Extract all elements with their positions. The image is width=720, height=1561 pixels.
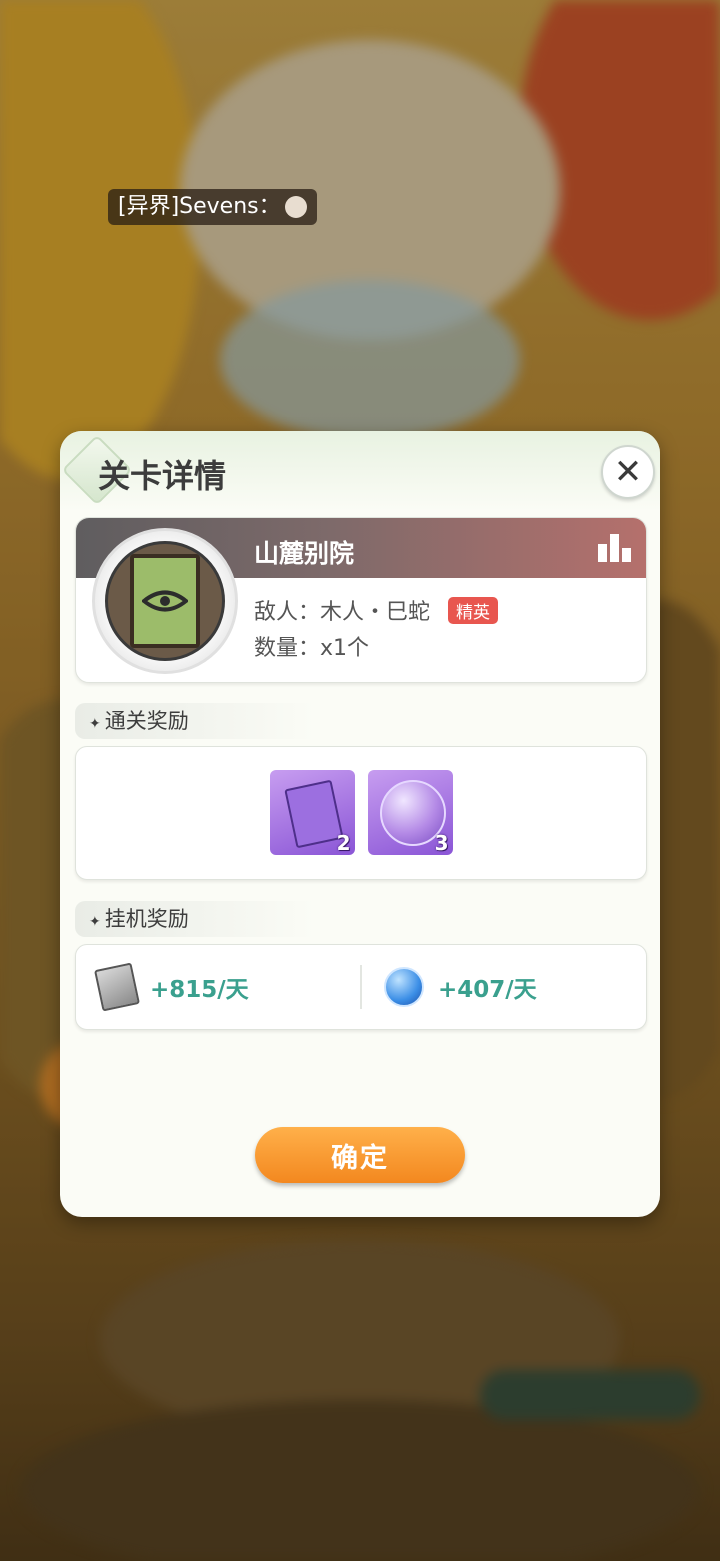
reward-quantity: 2 xyxy=(336,831,351,855)
chat-text: [异界]Sevens： xyxy=(118,194,281,219)
blue-orb-icon xyxy=(384,967,424,1007)
chat-bubble[interactable]: [异界]Sevens： xyxy=(108,189,317,225)
close-icon: ✕ xyxy=(613,452,643,492)
clear-rewards-box: 2 3 xyxy=(75,746,647,880)
reward-quantity: 3 xyxy=(434,831,449,855)
spirit-orb-icon[interactable]: 3 xyxy=(367,770,453,855)
idle-reward-value: +815/天 xyxy=(150,977,249,1003)
diamond-bullet-icon: ✦ xyxy=(89,914,101,930)
idle-reward-value: +407/天 xyxy=(438,977,537,1003)
diamond-bullet-icon: ✦ xyxy=(89,716,101,732)
emoji-icon xyxy=(284,196,307,218)
stage-details-dialog: 关卡详情 ✕ 山麓别院 敌人：木人・巳蛇 精英 数量：x1个 ✦ 通关奖励 2 … xyxy=(60,431,660,1217)
confirm-label: 确定 xyxy=(331,1142,389,1174)
eye-sigil-icon xyxy=(130,554,200,648)
silver-book-icon xyxy=(94,962,140,1012)
ranking-icon[interactable] xyxy=(598,534,632,562)
idle-reward-item: +407/天 xyxy=(384,945,537,1029)
divider xyxy=(360,965,362,1009)
elite-badge: 精英 xyxy=(448,596,499,624)
enemy-count: 数量：x1个 xyxy=(254,636,370,661)
enemy-portrait xyxy=(92,528,238,674)
close-button[interactable]: ✕ xyxy=(601,445,655,499)
confirm-button[interactable]: 确定 xyxy=(255,1127,465,1183)
clear-rewards-heading: ✦ 通关奖励 xyxy=(75,703,315,739)
stage-card: 山麓别院 敌人：木人・巳蛇 精英 数量：x1个 xyxy=(75,517,647,683)
purple-book-icon[interactable]: 2 xyxy=(269,770,355,855)
dialog-title: 关卡详情 xyxy=(98,457,227,495)
idle-rewards-heading: ✦ 挂机奖励 xyxy=(75,901,315,937)
enemy-label: 敌人：木人・巳蛇 xyxy=(254,600,431,625)
idle-reward-item: +815/天 xyxy=(94,945,249,1029)
stage-name: 山麓别院 xyxy=(254,539,355,568)
enemy-info: 敌人：木人・巳蛇 精英 xyxy=(254,594,499,626)
idle-rewards-box: +815/天 +407/天 xyxy=(75,944,647,1030)
